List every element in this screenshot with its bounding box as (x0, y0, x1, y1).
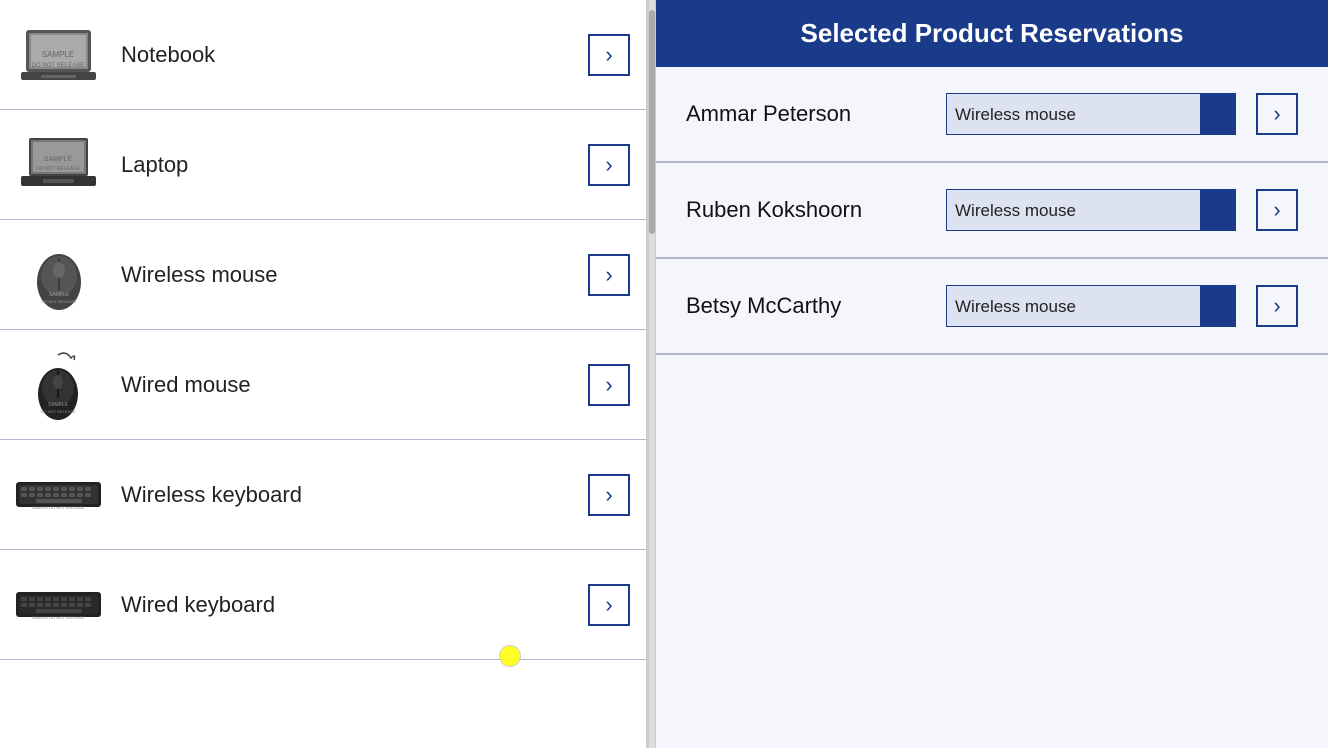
svg-text:SAMPLE DO NOT RELEASE: SAMPLE DO NOT RELEASE (32, 505, 85, 510)
reservation-list: Ammar Peterson Wireless mouse Wired mous… (656, 67, 1328, 748)
product-chevron-laptop[interactable]: › (588, 144, 630, 186)
product-select-2[interactable]: Wireless mouse Wired mouse Notebook Lapt… (946, 189, 1236, 231)
product-chevron-wireless-keyboard[interactable]: › (588, 474, 630, 516)
reservation-row-1: Ammar Peterson Wireless mouse Wired mous… (656, 67, 1328, 162)
scrollbar[interactable] (648, 0, 656, 748)
reservation-nav-arrow-2[interactable]: › (1256, 189, 1298, 231)
product-thumb-wired-keyboard: SAMPLE DO NOT RELEASE (16, 567, 101, 642)
product-chevron-wired-mouse[interactable]: › (588, 364, 630, 406)
reservations-header: Selected Product Reservations (656, 0, 1328, 67)
svg-text:SAMPLE: SAMPLE (44, 156, 73, 163)
svg-text:SAMPLE DO NOT RELEASE: SAMPLE DO NOT RELEASE (32, 615, 85, 620)
product-item-wired-mouse[interactable]: SAMPLE DO NOT RELEASE Wired mouse › (0, 330, 646, 440)
product-thumb-wireless-mouse: SAMPLE DO NOT RELEASE (16, 237, 101, 312)
product-select-3[interactable]: Wireless mouse Wired mouse Notebook Lapt… (946, 285, 1236, 327)
person-name-1: Ammar Peterson (686, 101, 946, 127)
product-item-notebook[interactable]: SAMPLE DO NOT RELEASE Notebook › (0, 0, 646, 110)
product-name-notebook: Notebook (121, 42, 588, 68)
product-chevron-wireless-mouse[interactable]: › (588, 254, 630, 296)
svg-text:DO NOT RELEASE: DO NOT RELEASE (40, 409, 75, 414)
reservation-row-3: Betsy McCarthy Wireless mouse Wired mous… (656, 259, 1328, 354)
product-name-laptop: Laptop (121, 152, 588, 178)
product-select-wrapper-3: Wireless mouse Wired mouse Notebook Lapt… (946, 285, 1298, 327)
product-name-wired-mouse: Wired mouse (121, 372, 588, 398)
reservation-nav-arrow-1[interactable]: › (1256, 93, 1298, 135)
person-name-3: Betsy McCarthy (686, 293, 946, 319)
divider-3 (656, 354, 1328, 355)
select-wrapper-1: Wireless mouse Wired mouse Notebook Lapt… (946, 93, 1236, 135)
product-list: SAMPLE DO NOT RELEASE Notebook › SAMPLE … (0, 0, 648, 748)
product-thumb-wired-mouse: SAMPLE DO NOT RELEASE (16, 347, 101, 422)
select-wrapper-2: Wireless mouse Wired mouse Notebook Lapt… (946, 189, 1236, 231)
svg-text:SAMPLE: SAMPLE (42, 50, 74, 59)
product-chevron-notebook[interactable]: › (588, 34, 630, 76)
product-name-wireless-keyboard: Wireless keyboard (121, 482, 588, 508)
product-item-wireless-keyboard[interactable]: SAMPLE DO NOT RELEASE Wireless keyboard … (0, 440, 646, 550)
product-chevron-wired-keyboard[interactable]: › (588, 584, 630, 626)
svg-text:SAMPLE: SAMPLE (48, 292, 69, 298)
product-thumb-laptop: SAMPLE DO NOT RELEASE (16, 127, 101, 202)
reservations-title: Selected Product Reservations (801, 18, 1184, 48)
product-thumb-notebook: SAMPLE DO NOT RELEASE (16, 17, 101, 92)
select-wrapper-3: Wireless mouse Wired mouse Notebook Lapt… (946, 285, 1236, 327)
reservation-nav-arrow-3[interactable]: › (1256, 285, 1298, 327)
product-name-wired-keyboard: Wired keyboard (121, 592, 588, 618)
reservations-panel: Selected Product Reservations Ammar Pete… (656, 0, 1328, 748)
reservation-row-2: Ruben Kokshoorn Wireless mouse Wired mou… (656, 163, 1328, 258)
svg-text:DO NOT RELEASE: DO NOT RELEASE (32, 63, 85, 69)
svg-text:DO NOT RELEASE: DO NOT RELEASE (41, 299, 76, 304)
product-select-wrapper-1: Wireless mouse Wired mouse Notebook Lapt… (946, 93, 1298, 135)
product-thumb-wireless-keyboard: SAMPLE DO NOT RELEASE (16, 457, 101, 532)
product-item-laptop[interactable]: SAMPLE DO NOT RELEASE Laptop › (0, 110, 646, 220)
person-name-2: Ruben Kokshoorn (686, 197, 946, 223)
product-item-wireless-mouse[interactable]: SAMPLE DO NOT RELEASE Wireless mouse › (0, 220, 646, 330)
product-item-wired-keyboard[interactable]: SAMPLE DO NOT RELEASE Wired keyboard › (0, 550, 646, 660)
svg-text:DO NOT RELEASE: DO NOT RELEASE (36, 166, 80, 172)
svg-text:SAMPLE: SAMPLE (48, 402, 69, 408)
product-select-1[interactable]: Wireless mouse Wired mouse Notebook Lapt… (946, 93, 1236, 135)
product-name-wireless-mouse: Wireless mouse (121, 262, 588, 288)
product-select-wrapper-2: Wireless mouse Wired mouse Notebook Lapt… (946, 189, 1298, 231)
